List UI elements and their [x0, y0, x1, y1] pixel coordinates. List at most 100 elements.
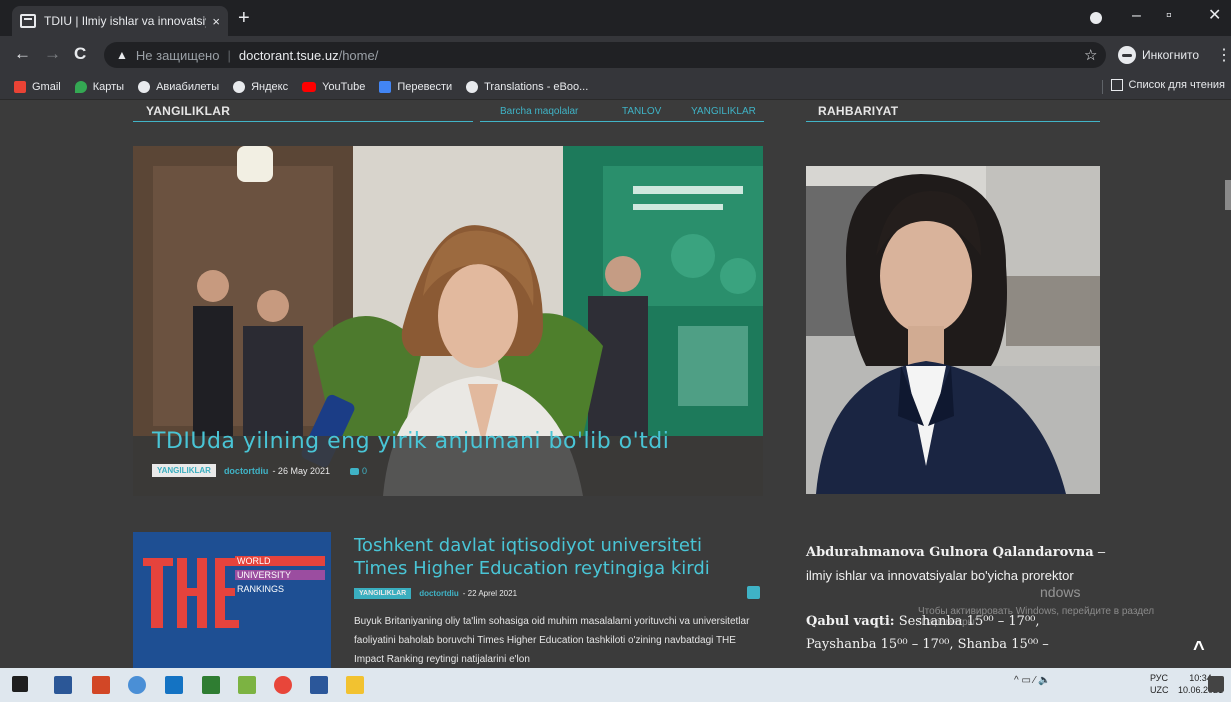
menu-link-all-articles[interactable]: Barcha maqolalar [500, 106, 578, 117]
photoshop-icon[interactable] [202, 676, 220, 694]
image-viewer-icon[interactable] [238, 676, 256, 694]
bookmark-label: Translations - eBoo... [484, 80, 589, 93]
notifications-icon[interactable] [1208, 676, 1224, 692]
system-tray[interactable]: ^ ▭ ⁄ 🔈 [1014, 675, 1051, 686]
reading-list-button[interactable]: Список для чтения [1110, 79, 1225, 91]
new-tab-button[interactable]: + [238, 8, 250, 28]
chrome-icon[interactable] [274, 676, 292, 694]
leadership-heading-underline [806, 121, 1100, 122]
bookmarks-divider [1102, 80, 1103, 94]
bookmark-gmail[interactable]: Gmail [14, 80, 61, 93]
article2-title[interactable]: Toshkent davlat iqtisodiyot universiteti… [354, 534, 754, 580]
bookmark-youtube[interactable]: YouTube [302, 81, 365, 93]
reading-list-label: Список для чтения [1128, 79, 1225, 91]
browser-tab-strip: TDIU | Ilmiy ishlar va innovatsiya × + –… [0, 0, 1231, 36]
bookmarks-bar: Gmail Карты Авиабилеты Яндекс YouTube Пе… [0, 74, 1231, 100]
reload-button[interactable]: C [74, 44, 86, 64]
bookmark-label: Перевести [397, 80, 453, 93]
news-section-heading: YANGILIKLAR [146, 104, 231, 118]
site-favicon-icon [20, 14, 36, 28]
article-date: - 26 May 2021 [272, 465, 330, 476]
maps-pin-icon [74, 80, 87, 93]
page-scrollbar[interactable] [1225, 180, 1231, 210]
tab-search-icon[interactable] [1090, 12, 1102, 24]
tab-close-icon[interactable]: × [212, 14, 220, 29]
the-rankings-thumbnail[interactable]: WORLD UNIVERSITY RANKINGS [133, 532, 331, 668]
menu-link-tanlov[interactable]: TANLOV [622, 106, 661, 117]
featured-article-meta: YANGILIKLAR doctortdiu - 26 May 2021 0 [152, 464, 367, 477]
windows-start-icon[interactable] [12, 676, 28, 692]
gmail-icon [14, 80, 26, 93]
language-indicator[interactable]: РУС UZC [1150, 672, 1169, 696]
news-heading-underline [133, 121, 473, 122]
comment-icon[interactable] [747, 586, 760, 599]
word-icon[interactable] [310, 676, 328, 694]
translate-icon [379, 80, 392, 93]
window-maximize-button[interactable]: ▫ [1166, 8, 1172, 24]
bookmark-label: Карты [92, 80, 125, 93]
bookmark-label: Яндекс [251, 80, 289, 93]
news-menu-underline [480, 121, 764, 122]
reception-hours-label: Qabul vaqti: [806, 614, 895, 629]
powerpoint-icon[interactable] [92, 676, 110, 694]
forward-button[interactable]: → [44, 44, 61, 64]
bookmark-label: YouTube [322, 80, 366, 93]
youtube-icon [302, 81, 317, 92]
leader-name: Abdurahmanova Gulnora Qalandarovna [806, 545, 1094, 560]
article2-meta: YANGILIKLAR doctortdiu - 22 Aprel 2021 [354, 588, 517, 599]
menu-link-yangiliklar[interactable]: YANGILIKLAR [691, 106, 756, 117]
globe-icon [233, 80, 246, 93]
bookmark-star-icon[interactable]: ☆ [1084, 46, 1097, 64]
bookmark-label: Gmail [32, 80, 61, 93]
security-warning-icon[interactable]: ▲ [116, 48, 128, 62]
scroll-to-top-button[interactable]: ^ [1193, 638, 1205, 661]
url-separator: | [227, 47, 231, 63]
bookmark-translations-ebook[interactable]: Translations - eBoo... [466, 80, 589, 93]
url-domain: doctorant.tsue.uz [238, 47, 339, 63]
the-logo-text-world: WORLD [237, 556, 271, 566]
comment-count[interactable]: 0 [349, 466, 367, 476]
tab-title: TDIU | Ilmiy ishlar va innovatsiya [44, 14, 207, 28]
windows-activation-hint: Чтобы активировать Windows, перейдите в … [918, 606, 1155, 628]
leader-portrait [806, 166, 1100, 494]
web-page: YANGILIKLAR Barcha maqolalar TANLOV YANG… [0, 100, 1231, 668]
tray-icons: ^ ▭ ⁄ 🔈 [1014, 675, 1051, 686]
back-button[interactable]: ← [14, 44, 31, 64]
author-link[interactable]: doctortdiu [419, 589, 459, 598]
author-link[interactable]: doctortdiu [224, 466, 269, 476]
bookmark-maps[interactable]: Карты [74, 80, 125, 93]
window-close-button[interactable]: ✕ [1208, 8, 1221, 24]
windows-taskbar: ^ ▭ ⁄ 🔈 РУС UZC 10:34 10.06.2021 [0, 668, 1231, 702]
leadership-section-heading: RAHBARIYAT [818, 104, 899, 118]
language-top: РУС [1150, 673, 1169, 683]
bookmark-label: Авиабилеты [156, 80, 220, 93]
address-bar[interactable]: ▲ Не защищено | doctorant.tsue.uz /home/ [104, 42, 1106, 68]
browser-menu-icon[interactable]: ⋮ [1216, 45, 1231, 65]
category-badge[interactable]: YANGILIKLAR [354, 588, 412, 599]
bookmark-translate[interactable]: Перевести [379, 80, 453, 93]
reading-list-icon [1110, 79, 1123, 91]
security-label: Не защищено [135, 47, 220, 63]
bookmark-aviabilety[interactable]: Авиабилеты [138, 80, 220, 93]
file-explorer-icon[interactable] [346, 676, 364, 694]
browser-toolbar: ← → C ▲ Не защищено | doctorant.tsue.uz … [0, 36, 1231, 74]
globe-icon [138, 80, 151, 93]
incognito-icon [1118, 46, 1136, 64]
bookmark-yandex[interactable]: Яндекс [233, 80, 289, 93]
windows-activation-watermark: ndows [1040, 584, 1081, 600]
window-minimize-button[interactable]: – [1132, 8, 1141, 24]
incognito-indicator[interactable]: Инкогнито [1118, 46, 1199, 64]
save-disk-icon[interactable] [54, 676, 72, 694]
outlook-icon[interactable] [165, 676, 183, 694]
category-badge[interactable]: YANGILIKLAR [152, 464, 216, 477]
globe-icon [466, 80, 479, 93]
article-date: - 22 Aprel 2021 [462, 589, 518, 598]
browser-tab-active[interactable]: TDIU | Ilmiy ishlar va innovatsiya × [12, 6, 228, 36]
article2-excerpt: Buyuk Britaniyaning oliy ta'lim sohasiga… [354, 616, 750, 665]
featured-article-title[interactable]: TDIUda yilning eng yirik anjumani bo'lib… [152, 429, 669, 454]
comment-icon [349, 467, 359, 475]
the-logo-text-rankings: RANKINGS [237, 584, 285, 594]
the-logo-text-university: UNIVERSITY [237, 570, 292, 580]
app-icon[interactable] [128, 676, 146, 694]
language-bottom: UZC [1150, 685, 1169, 695]
